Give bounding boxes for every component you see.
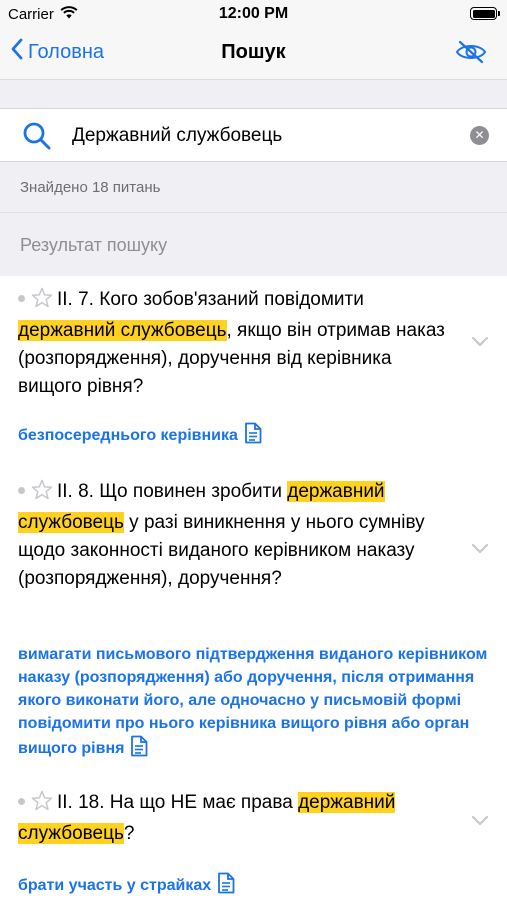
answer-label: безпосереднього керівника [18,427,238,444]
bullet-dot [18,294,25,302]
search-bar: ✕ [0,108,507,162]
status-time: 12:00 PM [218,5,289,22]
question-text-part: Що повинен зробити [93,481,288,502]
status-bar: Carrier 12:00 PM [0,0,507,28]
results-header-label: Результат пошуку [20,235,168,255]
search-input[interactable] [72,121,452,151]
chevron-down-icon[interactable] [471,813,489,831]
found-count-band: Знайдено 18 питань [0,162,507,212]
answer-label: вимагати письмового підтвердження видано… [18,646,488,757]
eye-slash-icon [455,40,487,68]
document-icon[interactable] [217,872,235,900]
section-gap [0,80,507,108]
search-highlight: державний службовець [18,320,227,341]
question-number: ІІ. 8. [57,481,94,502]
answer-text: брати участь у страйках [18,872,493,900]
search-icon [22,121,52,156]
answer-label: брати участь у страйках [18,877,212,894]
hide-answers-button[interactable] [455,40,487,69]
question-text-part: На що НЕ має права [104,792,299,813]
star-icon[interactable] [31,287,53,317]
results-section-header: Результат пошуку [0,212,507,276]
question-text-part: ? [123,823,135,844]
page-title: Пошук [221,41,286,63]
question-number: ІІ. 18. [57,792,105,813]
question-text[interactable]: ІІ. 18. На що НЕ має права державний слу… [18,789,458,848]
answer-text: вимагати письмового підтвердження видано… [18,643,493,764]
found-count: Знайдено 18 питань [20,179,161,196]
navigation-bar: Головна Пошук [0,28,507,80]
chevron-down-icon[interactable] [471,334,489,352]
answer-text: безпосереднього керівника [18,422,493,451]
question-number: ІІ. 7. [57,289,94,310]
question-text[interactable]: ІІ. 7. Кого зобов'язаний повідомити держ… [18,286,458,401]
document-icon[interactable] [130,735,148,764]
clear-icon[interactable]: ✕ [470,126,489,145]
battery-icon [470,7,500,20]
document-icon[interactable] [244,422,262,451]
star-icon[interactable] [31,790,53,820]
question-text[interactable]: ІІ. 8. Що повинен зробити державний служ… [18,478,458,593]
results-list: ІІ. 7. Кого зобов'язаний повідомити держ… [0,276,507,900]
chevron-down-icon[interactable] [471,541,489,559]
question-text-part: Кого зобов'язаний повідомити [93,289,364,310]
bullet-dot [18,797,25,805]
star-icon[interactable] [31,479,53,509]
bullet-dot [18,486,25,494]
